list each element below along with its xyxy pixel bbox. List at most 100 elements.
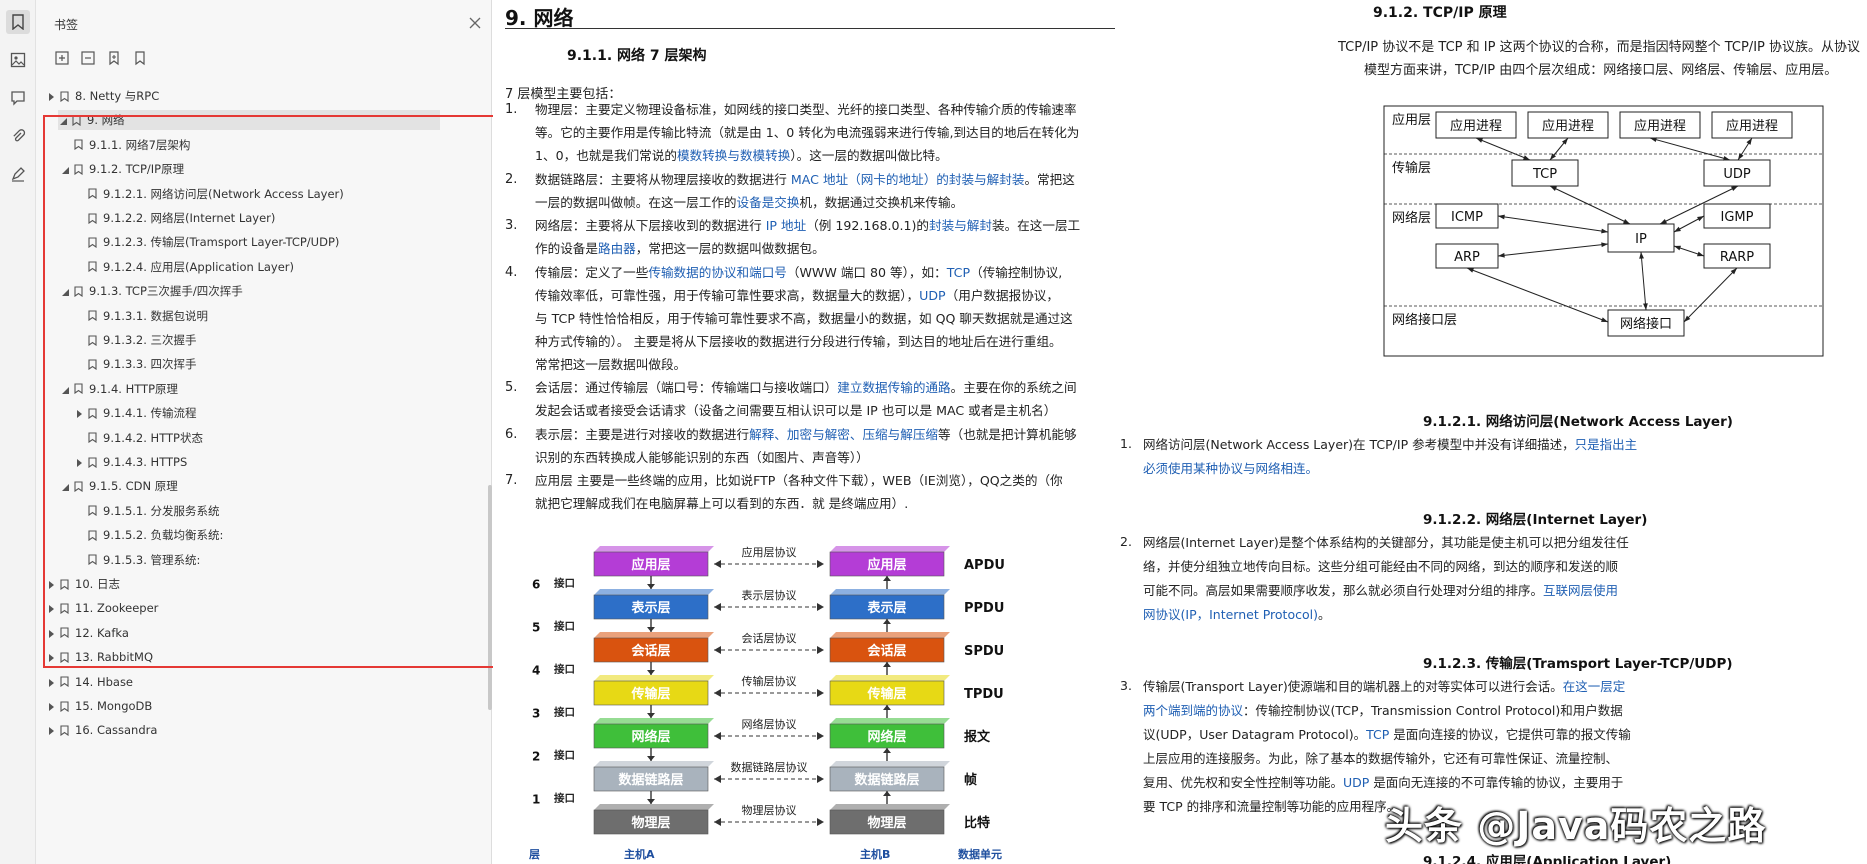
chevron-right-icon[interactable] xyxy=(46,91,56,101)
bookmark-item[interactable]: 9.1.4.3. HTTPS xyxy=(36,452,476,472)
expand-all-icon[interactable] xyxy=(54,50,72,66)
bookmark-item[interactable]: 8. Netty 与RPC xyxy=(36,86,476,106)
bookmark-item[interactable]: 9.1.3.1. 数据包说明 xyxy=(36,306,476,326)
chevron-down-icon[interactable] xyxy=(60,481,70,492)
chevron-right-icon[interactable] xyxy=(46,677,56,687)
bookmark-item[interactable]: 10. 日志 xyxy=(36,574,476,594)
interface-label: 接口 xyxy=(554,706,575,719)
bookmark-item[interactable]: 12. Kafka xyxy=(36,623,476,643)
bookmark-item[interactable]: 9.1.2.1. 网络访问层(Network Access Layer) xyxy=(36,184,476,204)
close-icon[interactable] xyxy=(468,15,482,29)
inline-link[interactable]: TCP xyxy=(1366,727,1389,742)
inline-link[interactable]: TCP xyxy=(947,265,970,280)
chevron-down-icon[interactable] xyxy=(60,286,70,297)
chevron-right-icon[interactable] xyxy=(46,628,56,638)
layer-label: 数据链路层 xyxy=(618,772,683,788)
inline-link[interactable]: UDP xyxy=(919,288,946,303)
inline-link[interactable]: 模数转换与数模转换 xyxy=(677,148,790,163)
bookmark-item[interactable]: 9.1.2.3. 传输层(Tramsport Layer-TCP/UDP) xyxy=(36,232,476,252)
bookmark-label: 8. Netty 与RPC xyxy=(75,89,160,103)
layer-box-top xyxy=(594,804,714,810)
bookmark-item[interactable]: 9.1.3.2. 三次握手 xyxy=(36,330,476,350)
thumbnail-icon[interactable] xyxy=(6,48,30,72)
bookmark-item[interactable]: 9.1.3.3. 四次挥手 xyxy=(36,354,476,374)
inline-link[interactable]: 解释、加密与解密、压缩与解压缩 xyxy=(749,427,938,442)
attachment-icon[interactable] xyxy=(6,124,30,148)
bookmark-small-icon xyxy=(60,578,69,590)
inline-link[interactable]: 互联网层使用 xyxy=(1543,583,1618,598)
inline-link[interactable]: 路由器 xyxy=(598,241,636,256)
panel-scrollbar[interactable] xyxy=(488,485,492,710)
bookmark-small-icon xyxy=(88,359,97,370)
bookmark-item[interactable]: 13. RabbitMQ xyxy=(36,647,476,667)
chevron-right-icon[interactable] xyxy=(46,725,56,736)
inline-text: 网络访问层(Network Access Layer)在 TCP/IP 参考模型… xyxy=(1143,437,1575,452)
inline-link[interactable]: MAC 地址（网卡的地址）的封装与解封装 xyxy=(791,172,1025,187)
bookmark-outline-icon[interactable] xyxy=(132,50,150,66)
inline-link[interactable]: 设备是交换 xyxy=(737,195,800,210)
protocol-label: 网络层协议 xyxy=(742,717,797,731)
bookmark-item[interactable]: 9. 网络 xyxy=(58,110,440,131)
bookmark-item[interactable]: 9.1.2. TCP/IP原理 xyxy=(36,159,476,179)
bookmark-label: 9. 网络 xyxy=(87,113,125,128)
bookmark-small-icon xyxy=(88,237,97,248)
bookmark-label: 9.1.5.1. 分发服务系统 xyxy=(103,503,220,518)
bookmark-item[interactable]: 9.1.2.4. 应用层(Application Layer) xyxy=(36,257,476,277)
list-number: 3. xyxy=(505,218,518,233)
list-number: 7. xyxy=(505,473,518,488)
bookmark-item[interactable]: 9.1.4.1. 传输流程 xyxy=(36,403,476,423)
bookmark-item[interactable]: 11. Zookeeper xyxy=(36,598,476,618)
bookmark-item[interactable]: 15. MongoDB xyxy=(36,696,476,716)
signature-icon[interactable] xyxy=(6,162,30,186)
chevron-down-icon[interactable] xyxy=(58,115,68,126)
collapse-all-icon[interactable] xyxy=(80,50,98,66)
inline-link[interactable]: 两个端到端的协议 xyxy=(1143,703,1243,718)
inline-link[interactable]: 只是指出主 xyxy=(1575,437,1638,452)
row-label: 应用层 xyxy=(1392,112,1431,128)
chevron-right-icon[interactable] xyxy=(46,603,56,614)
bookmark-item[interactable]: 9.1.5.2. 负载均衡系统: xyxy=(36,525,476,545)
list-number: 2. xyxy=(1120,534,1132,549)
chevron-right-icon[interactable] xyxy=(74,457,84,467)
layer-label: 会话层 xyxy=(867,643,906,659)
bookmark-item[interactable]: 9.1.4.2. HTTP状态 xyxy=(36,428,476,448)
bookmark-item[interactable]: 9.1.5.3. 管理系统: xyxy=(36,550,476,570)
arrow-head xyxy=(647,799,655,804)
inline-link[interactable]: 建立数据传输的通路 xyxy=(837,380,950,395)
inline-link[interactable]: IP 地址 xyxy=(766,218,807,233)
bookmark-item[interactable]: 9.1.2.2. 网络层(Internet Layer) xyxy=(36,208,476,228)
chevron-right-icon[interactable] xyxy=(46,701,56,711)
inline-text: （传输控制协议, xyxy=(970,264,1063,280)
chevron-right-icon[interactable] xyxy=(46,652,56,663)
bookmark-label: 14. Hbase xyxy=(75,674,134,689)
inline-link[interactable]: 在这一层定 xyxy=(1563,679,1626,694)
inline-link[interactable]: 网协议(IP，Internet Protocol) xyxy=(1143,607,1318,622)
inline-link[interactable]: UDP xyxy=(1343,775,1369,790)
bookmark-item[interactable]: 9.1.5.1. 分发服务系统 xyxy=(36,501,476,521)
inline-text: 上层应用的连接服务。为此，除了基本的数据传输外，它还有可靠性保证、流量控制、 xyxy=(1143,751,1619,766)
inline-link[interactable]: 传输数据的协议和端口号 xyxy=(648,265,787,280)
bookmark-item[interactable]: 9.1.4. HTTP原理 xyxy=(36,379,476,399)
chevron-down-icon[interactable] xyxy=(60,164,70,175)
inline-text: 常常把这一层数据叫做段。 xyxy=(535,356,687,372)
add-bookmark-icon[interactable] xyxy=(106,50,124,66)
inline-text: 可能不同。高层如果需要顺序收发，那么就必须自行处理对分组的排序。 xyxy=(1143,583,1544,598)
chevron-right-icon[interactable] xyxy=(74,408,84,419)
subsection-line: 传输层(Transport Layer)使源端和目的端机器上的对等实体可以进行会… xyxy=(1143,675,1867,699)
igmp-box-label: IGMP xyxy=(1721,210,1754,225)
bookmark-item[interactable]: 9.1.3. TCP三次握手/四次挥手 xyxy=(36,281,476,301)
inline-link[interactable]: 必须使用某种协议与网络相连。 xyxy=(1143,461,1318,476)
layer-number: 6 xyxy=(532,578,540,592)
bookmark-icon[interactable] xyxy=(6,10,30,34)
inline-link[interactable]: 封装与解封 xyxy=(929,218,992,233)
comment-icon[interactable] xyxy=(6,86,30,110)
chevron-down-icon[interactable] xyxy=(60,384,70,394)
bookmark-item[interactable]: 9.1.5. CDN 原理 xyxy=(36,476,476,496)
bookmark-item[interactable]: 14. Hbase xyxy=(36,672,476,692)
list-item-line: 传输层：定义了一些传输数据的协议和端口号（WWW 端口 80 等），如：TCP（… xyxy=(535,261,1113,284)
bookmark-item[interactable]: 16. Cassandra xyxy=(36,720,476,740)
inline-text: 会话层：通过传输层（端口号：传输端口与接收端口） xyxy=(535,380,838,395)
chevron-right-icon[interactable] xyxy=(46,579,56,589)
arrow-head xyxy=(817,603,824,611)
bookmark-item[interactable]: 9.1.1. 网络7层架构 xyxy=(36,135,476,155)
